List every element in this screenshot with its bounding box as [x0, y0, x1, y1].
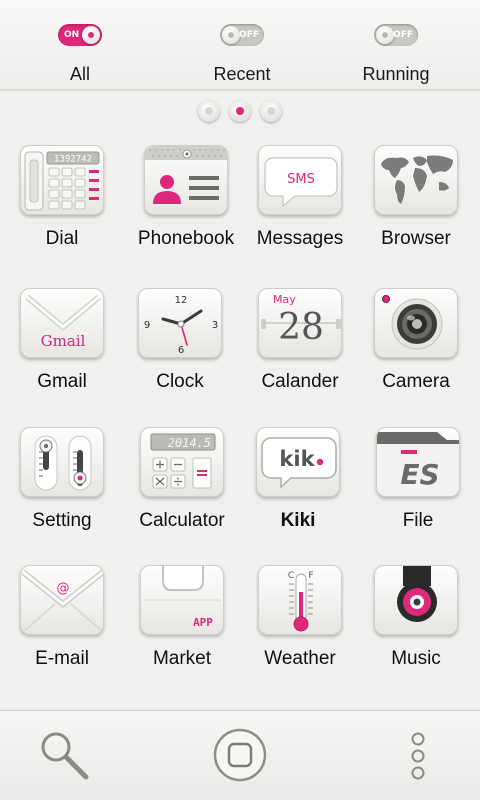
toggle-knob — [82, 26, 100, 44]
all-toggle-switch[interactable]: ON — [58, 24, 102, 46]
search-button[interactable] — [34, 711, 94, 800]
more-menu-button[interactable] — [398, 711, 438, 800]
app-weather[interactable]: C F Weather — [240, 560, 360, 690]
calendar-icon: May 28 — [258, 288, 342, 358]
calculator-icon: 2014.5 — [140, 427, 224, 497]
tab-recent[interactable]: OFF Recent — [162, 0, 322, 90]
calendar-day: 28 — [278, 307, 324, 348]
more-menu-icon — [411, 732, 425, 780]
bottom-dock — [0, 710, 480, 800]
app-label: Setting — [32, 510, 92, 531]
app-dial[interactable]: 1392742 Dial — [2, 140, 122, 270]
app-file[interactable]: ES File — [358, 422, 478, 552]
page-dot-2-active[interactable] — [229, 100, 251, 122]
sms-text: SMS — [287, 172, 315, 187]
calculator-display-text: 2014.5 — [168, 436, 211, 450]
toggle-knob — [222, 26, 240, 44]
kik-text: kik — [279, 447, 315, 471]
app-music[interactable]: Music — [356, 560, 476, 690]
kik-bubble-icon: kik — [256, 427, 340, 497]
app-badge-text: APP — [193, 616, 213, 629]
sms-bubble-icon: SMS — [258, 145, 342, 215]
app-e-mail[interactable]: @ E-mail — [2, 560, 122, 690]
clock-icon: 12 3 6 9 — [138, 288, 222, 358]
sliders-icon — [20, 427, 104, 497]
app-label: File — [402, 510, 434, 531]
tab-label: Running — [362, 64, 430, 84]
phone-icon: 1392742 — [20, 145, 104, 215]
tab-label: Recent — [213, 64, 271, 84]
page-dot-1[interactable] — [198, 100, 220, 122]
app-label: Market — [152, 648, 212, 669]
search-icon — [41, 732, 89, 780]
toggle-state-label: OFF — [393, 30, 413, 40]
toggle-state-label: OFF — [239, 30, 259, 40]
thermometer-icon: C F — [258, 565, 342, 635]
music-speaker-icon — [374, 565, 458, 635]
app-gmail[interactable]: Gmail Gmail — [2, 283, 122, 413]
celsius-label: C — [288, 571, 294, 581]
world-map-icon — [374, 145, 458, 215]
app-label: E-mail — [35, 648, 89, 669]
es-folder-icon: ES — [376, 427, 460, 497]
app-label: Music — [391, 648, 441, 669]
page-indicator — [198, 100, 282, 122]
at-sign-text: @ — [57, 581, 70, 596]
app-label: Clock — [156, 371, 204, 392]
app-label: Gmail — [37, 371, 87, 392]
fahrenheit-label: F — [308, 571, 313, 581]
email-envelope-icon: @ — [20, 565, 104, 635]
toggle-knob — [376, 26, 394, 44]
app-camera[interactable]: Camera — [356, 283, 476, 413]
recent-toggle-switch[interactable]: OFF — [220, 24, 264, 46]
home-icon — [213, 728, 267, 782]
running-toggle-switch[interactable]: OFF — [374, 24, 418, 46]
tab-label: All — [69, 64, 90, 84]
app-label: Browser — [381, 228, 451, 249]
market-bag-icon: APP — [140, 565, 224, 635]
app-label: Calculator — [139, 510, 225, 531]
tab-all[interactable]: ON All — [0, 0, 160, 90]
app-calander[interactable]: May 28 Calander — [240, 283, 360, 413]
tab-running[interactable]: OFF Running — [316, 0, 476, 90]
clock-number-3: 3 — [212, 320, 218, 331]
clock-number-9: 9 — [144, 320, 150, 331]
app-label: Phonebook — [137, 228, 235, 249]
app-phonebook[interactable]: Phonebook — [126, 140, 246, 270]
app-label: Kiki — [280, 510, 316, 531]
envelope-icon: Gmail — [20, 288, 104, 358]
calendar-month: May — [273, 293, 296, 306]
clock-number-6: 6 — [178, 345, 184, 356]
app-label: Calander — [261, 371, 339, 392]
app-label: Weather — [264, 648, 336, 669]
page-dot-3[interactable] — [260, 100, 282, 122]
app-clock[interactable]: 12 3 6 9 Clock — [120, 283, 240, 413]
app-label: Messages — [256, 228, 344, 249]
app-browser[interactable]: Browser — [356, 140, 476, 270]
app-label: Dial — [45, 228, 79, 249]
app-label: Camera — [382, 371, 450, 392]
gmail-text: Gmail — [41, 332, 86, 350]
toggle-state-label: ON — [64, 30, 80, 40]
app-market[interactable]: APP Market — [122, 560, 242, 690]
launcher-screen: ON All OFF Recent OFF Running 1392742 Di… — [0, 0, 480, 800]
app-setting[interactable]: Setting — [2, 422, 122, 552]
app-calculator[interactable]: 2014.5 Calculator — [122, 422, 242, 552]
app-messages[interactable]: SMS Messages — [240, 140, 360, 270]
camera-lens-icon — [374, 288, 458, 358]
filter-tab-bar: ON All OFF Recent OFF Running — [0, 0, 480, 90]
clock-number-12: 12 — [175, 295, 188, 306]
es-text: ES — [400, 458, 439, 491]
app-kiki[interactable]: kik Kiki — [238, 422, 358, 552]
contact-card-icon — [144, 145, 228, 215]
home-button[interactable] — [208, 711, 272, 800]
dial-display-text: 1392742 — [54, 155, 92, 165]
